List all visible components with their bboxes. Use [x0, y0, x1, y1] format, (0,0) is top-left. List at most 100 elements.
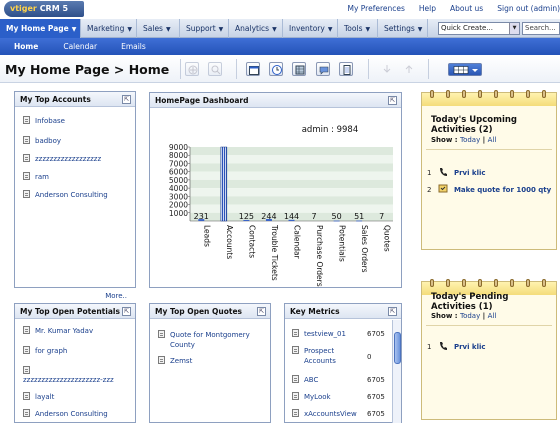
- ring-binding: [478, 90, 482, 98]
- sub-nav: Home Calendar Emails: [0, 38, 560, 55]
- list-item[interactable]: Infobase: [23, 116, 65, 126]
- about-us-link[interactable]: About us: [450, 4, 483, 13]
- list-item[interactable]: Zemst: [158, 356, 192, 366]
- panel-header: HomePage Dashboard ⇱: [150, 93, 401, 108]
- search-input[interactable]: Search...: [522, 22, 560, 35]
- subnav-calendar[interactable]: Calendar: [63, 38, 97, 55]
- scrollbar[interactable]: [392, 320, 401, 423]
- ring-binding: [510, 279, 514, 287]
- more-link[interactable]: More..: [105, 292, 127, 300]
- all-link[interactable]: All: [488, 136, 497, 144]
- list-item[interactable]: Anderson Consulting: [23, 409, 108, 419]
- data-label: 231: [194, 212, 209, 221]
- document-icon: [292, 409, 299, 417]
- panel-title: My Top Accounts: [20, 95, 91, 104]
- y-tick-label: 1000: [169, 209, 188, 218]
- add-icon[interactable]: [185, 62, 199, 76]
- metric-row[interactable]: ABC: [292, 375, 318, 385]
- activity-row[interactable]: 2 Make quote for 1000 qty: [427, 184, 551, 194]
- chevron-down-icon: ▼: [127, 26, 133, 33]
- chat-icon[interactable]: [316, 62, 330, 76]
- activity-row[interactable]: 1 Prvi klic: [427, 167, 486, 177]
- expand-icon[interactable]: ⇱: [388, 307, 397, 316]
- document-icon: [23, 190, 30, 198]
- chevron-down-icon: ▼: [272, 26, 277, 33]
- list-item[interactable]: badboy: [23, 136, 61, 146]
- document-icon: [23, 346, 30, 354]
- x-tick-label: Trouble Tickets: [270, 224, 279, 281]
- metric-row[interactable]: Prospect Accounts: [292, 346, 352, 366]
- tab-sales[interactable]: Sales ▼: [137, 19, 180, 38]
- quick-create-select[interactable]: Quick Create... ▼: [438, 22, 520, 35]
- grid-icon[interactable]: [292, 62, 306, 76]
- toolbar-divider: [368, 59, 369, 79]
- chart-gridband: [190, 147, 393, 156]
- ring-binding: [430, 90, 434, 98]
- tab-tools[interactable]: Tools ▼: [338, 19, 378, 38]
- top-accounts-panel: My Top Accounts ⇱ Infobase badboy zzzzzzz…: [14, 91, 136, 300]
- notes-icon[interactable]: [339, 62, 353, 76]
- my-preferences-link[interactable]: My Preferences: [347, 4, 404, 13]
- list-item[interactable]: Mr. Kumar Yadav: [23, 326, 93, 336]
- import-icon[interactable]: [380, 62, 394, 76]
- ring-binding: [462, 90, 466, 98]
- today-link[interactable]: Today: [460, 136, 480, 144]
- data-label: 7: [379, 212, 384, 221]
- document-icon: [23, 116, 30, 124]
- tab-marketing[interactable]: Marketing ▼: [81, 19, 137, 38]
- x-tick-label: Accounts: [225, 225, 234, 259]
- x-tick-label: Sales Orders: [360, 225, 369, 273]
- export-icon[interactable]: [402, 62, 416, 76]
- scrollbar-thumb[interactable]: [394, 332, 401, 364]
- list-item[interactable]: zzzzzzzzzzzzzzzzzz: [23, 154, 101, 164]
- list-item[interactable]: Quote for Montgomery County: [158, 330, 268, 350]
- expand-icon[interactable]: ⇱: [122, 95, 131, 104]
- chart-gridband: [190, 179, 393, 189]
- all-link[interactable]: All: [488, 312, 497, 320]
- document-icon: [23, 136, 30, 144]
- list-item[interactable]: zzzzzzzzzzzzzzzzzzzzz-zzz: [23, 366, 114, 384]
- list-item[interactable]: layalt: [23, 392, 54, 402]
- expand-icon[interactable]: ⇱: [257, 307, 266, 316]
- expand-icon[interactable]: ⇱: [122, 307, 131, 316]
- panel-header: My Top Open Potentials ⇱: [15, 304, 135, 319]
- ring-binding: [462, 279, 466, 287]
- x-tick-label: Purchase Orders: [315, 225, 324, 287]
- list-item[interactable]: ram: [23, 172, 49, 182]
- metric-row[interactable]: testview_01: [292, 329, 346, 339]
- subnav-emails[interactable]: Emails: [121, 38, 146, 55]
- x-tick-label: Calendar: [293, 225, 302, 260]
- document-icon: [23, 172, 30, 180]
- calendar-icon[interactable]: [246, 62, 260, 76]
- tab-my-home-page[interactable]: My Home Page ▼: [0, 19, 81, 38]
- search-icon[interactable]: [208, 62, 222, 76]
- tab-support[interactable]: Support ▼: [180, 19, 229, 38]
- document-icon: [158, 330, 165, 338]
- metric-row[interactable]: xAccountsView: [292, 409, 357, 419]
- panel-header: My Top Accounts ⇱: [15, 92, 135, 107]
- layout-view-button[interactable]: [448, 63, 482, 76]
- activity-row[interactable]: 1 Prvi klic: [427, 341, 486, 351]
- clock-icon[interactable]: [269, 62, 283, 76]
- tab-inventory[interactable]: Inventory ▼: [283, 19, 338, 38]
- metric-row[interactable]: MyLook: [292, 392, 331, 402]
- today-link[interactable]: Today: [460, 312, 480, 320]
- subnav-home[interactable]: Home: [14, 38, 38, 55]
- expand-icon[interactable]: ⇱: [388, 96, 397, 105]
- list-item[interactable]: Anderson Consulting: [23, 190, 108, 200]
- phone-icon: [439, 168, 447, 176]
- panel-header: Key Metrics ⇱: [285, 304, 401, 319]
- help-link[interactable]: Help: [419, 4, 436, 13]
- toolbar-divider: [180, 59, 181, 79]
- x-tick-label: Leads: [202, 225, 211, 247]
- toolbar-divider: [236, 59, 237, 79]
- tab-analytics[interactable]: Analytics ▼: [229, 19, 283, 38]
- vtiger-logo[interactable]: vtiger CRM 5: [4, 1, 84, 17]
- sign-out-link[interactable]: Sign out (admin): [497, 4, 560, 13]
- ring-binding: [510, 90, 514, 98]
- ring-binding: [542, 279, 546, 287]
- tab-settings[interactable]: Settings ▼: [378, 19, 428, 38]
- metric-value: 6705: [367, 376, 385, 384]
- list-item[interactable]: for graph: [23, 346, 67, 356]
- metric-value: 6705: [367, 410, 385, 418]
